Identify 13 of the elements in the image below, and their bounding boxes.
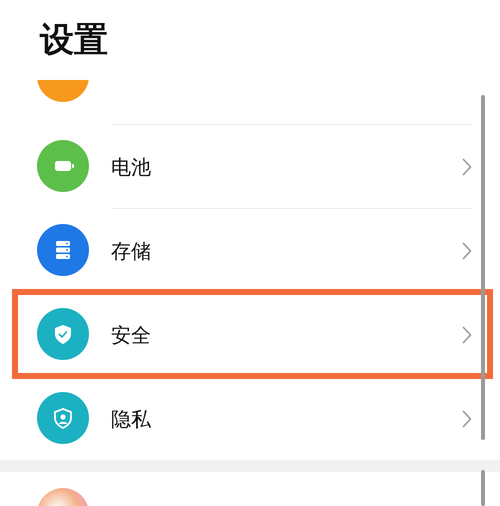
chevron-icon: [462, 158, 472, 176]
row-label: 电池: [111, 154, 152, 180]
row-label: 安全: [111, 322, 152, 348]
settings-row[interactable]: 存储: [15, 208, 490, 292]
chevron-icon: [462, 410, 472, 428]
settings-row[interactable]: 安全: [15, 292, 490, 376]
settings-row[interactable]: 电池: [15, 124, 490, 208]
page-title: 设置: [38, 19, 109, 62]
scrollbar: [481, 470, 485, 506]
row-label: 存储: [111, 238, 152, 264]
chevron-icon: [462, 242, 472, 260]
chevron-icon: [462, 326, 472, 344]
row-label: 隐私: [111, 406, 152, 432]
